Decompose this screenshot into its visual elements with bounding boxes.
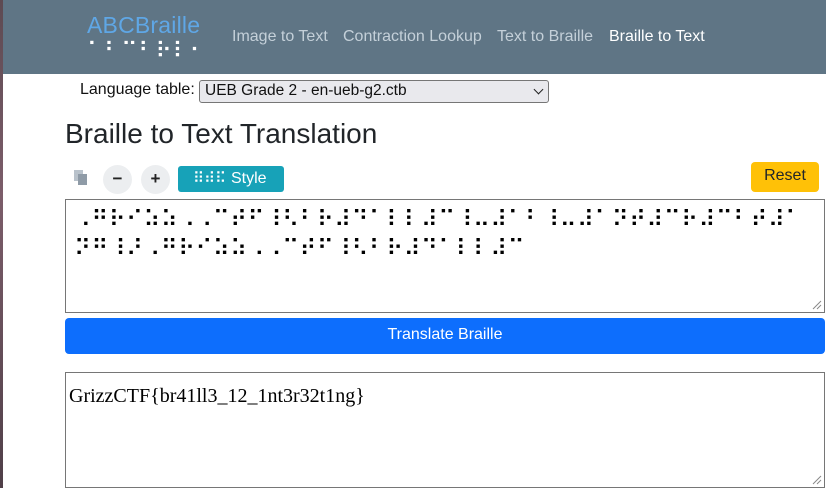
logo-text[interactable]: ABCBraille — [87, 12, 200, 39]
language-table-select[interactable]: UEB Grade 2 - en-ueb-g2.ctb — [199, 80, 549, 103]
language-table-label: Language table: — [80, 81, 195, 98]
nav-contraction-lookup[interactable]: Contraction Lookup — [343, 28, 482, 46]
translation-output-text: GrizzCTF{br41ll3_12_1nt3r32t1ng} — [69, 385, 365, 407]
braille-style-icon: ⠿⠾⠯ — [193, 169, 226, 187]
resize-grip-icon[interactable] — [812, 475, 822, 485]
translation-output[interactable]: GrizzCTF{br41ll3_12_1nt3r32t1ng} — [65, 372, 825, 488]
reset-button[interactable]: Reset — [751, 162, 819, 192]
nav-text-to-braille[interactable]: Text to Braille — [497, 28, 593, 46]
style-button-label: Style — [230, 170, 267, 187]
chevron-down-icon — [533, 84, 544, 95]
nav-image-to-text[interactable]: Image to Text — [232, 28, 328, 46]
style-button[interactable]: ⠿⠾⠯ Style — [178, 166, 284, 192]
nav-braille-to-text[interactable]: Braille to Text — [609, 28, 705, 46]
page-title: Braille to Text Translation — [65, 118, 378, 149]
translate-braille-button[interactable]: Translate Braille — [65, 318, 825, 354]
braille-input[interactable]: ⠠⠛⠗⠊⠵⠵⠠⠠⠉⠞⠋⠸⠣⠃⠗⠼⠙⠁⠇⠇⠼⠉⠸⠤⠼⠁⠃⠸⠤⠼⠁⠝⠞⠼⠉⠗⠼⠉⠃⠞… — [65, 199, 825, 313]
copy-icon[interactable] — [71, 168, 91, 188]
increase-font-button[interactable]: + — [141, 165, 170, 194]
resize-grip-icon[interactable] — [812, 300, 822, 310]
language-table-selected: UEB Grade 2 - en-ueb-g2.ctb — [205, 82, 407, 99]
logo-braille: ⠁⠃⠉⠃⠗⠇⠂ — [87, 39, 207, 64]
navbar: ABCBraille ⠁⠃⠉⠃⠗⠇⠂ Image to Text Contrac… — [3, 0, 826, 74]
decrease-font-button[interactable]: − — [103, 165, 132, 194]
braille-input-text: ⠠⠛⠗⠊⠵⠵⠠⠠⠉⠞⠋⠸⠣⠃⠗⠼⠙⠁⠇⠇⠼⠉⠸⠤⠼⠁⠃⠸⠤⠼⠁⠝⠞⠼⠉⠗⠼⠉⠃⠞… — [74, 207, 803, 262]
